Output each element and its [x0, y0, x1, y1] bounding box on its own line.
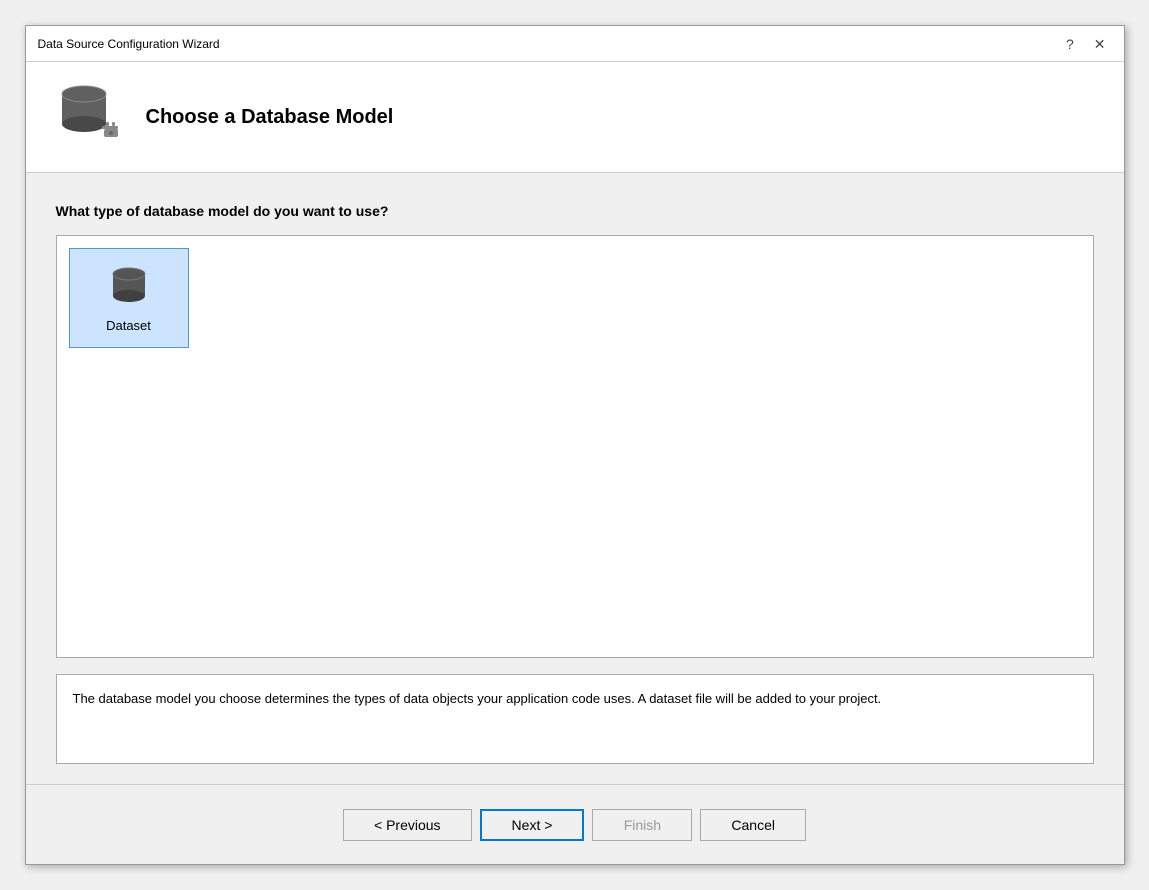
question-label: What type of database model do you want …: [56, 203, 1094, 219]
header-section: Choose a Database Model: [26, 62, 1124, 173]
content-section: What type of database model do you want …: [26, 173, 1124, 784]
dialog-window: Data Source Configuration Wizard ? ✕: [25, 25, 1125, 865]
header-icon: [56, 82, 126, 152]
footer-section: < Previous Next > Finish Cancel: [26, 784, 1124, 864]
finish-button[interactable]: Finish: [592, 809, 692, 841]
next-button[interactable]: Next >: [480, 809, 585, 841]
dialog-title: Data Source Configuration Wizard: [38, 37, 220, 51]
close-button[interactable]: ✕: [1088, 35, 1112, 53]
dataset-icon: [105, 264, 153, 312]
model-grid: Dataset: [56, 235, 1094, 658]
previous-button[interactable]: < Previous: [343, 809, 472, 841]
page-title: Choose a Database Model: [146, 106, 394, 129]
model-item-dataset-label: Dataset: [106, 318, 151, 333]
help-button[interactable]: ?: [1060, 35, 1080, 53]
description-box: The database model you choose determines…: [56, 674, 1094, 764]
title-bar: Data Source Configuration Wizard ? ✕: [26, 26, 1124, 62]
title-bar-controls: ? ✕: [1060, 35, 1112, 53]
database-wizard-icon: [56, 82, 126, 147]
cancel-button[interactable]: Cancel: [700, 809, 806, 841]
model-item-dataset[interactable]: Dataset: [69, 248, 189, 348]
